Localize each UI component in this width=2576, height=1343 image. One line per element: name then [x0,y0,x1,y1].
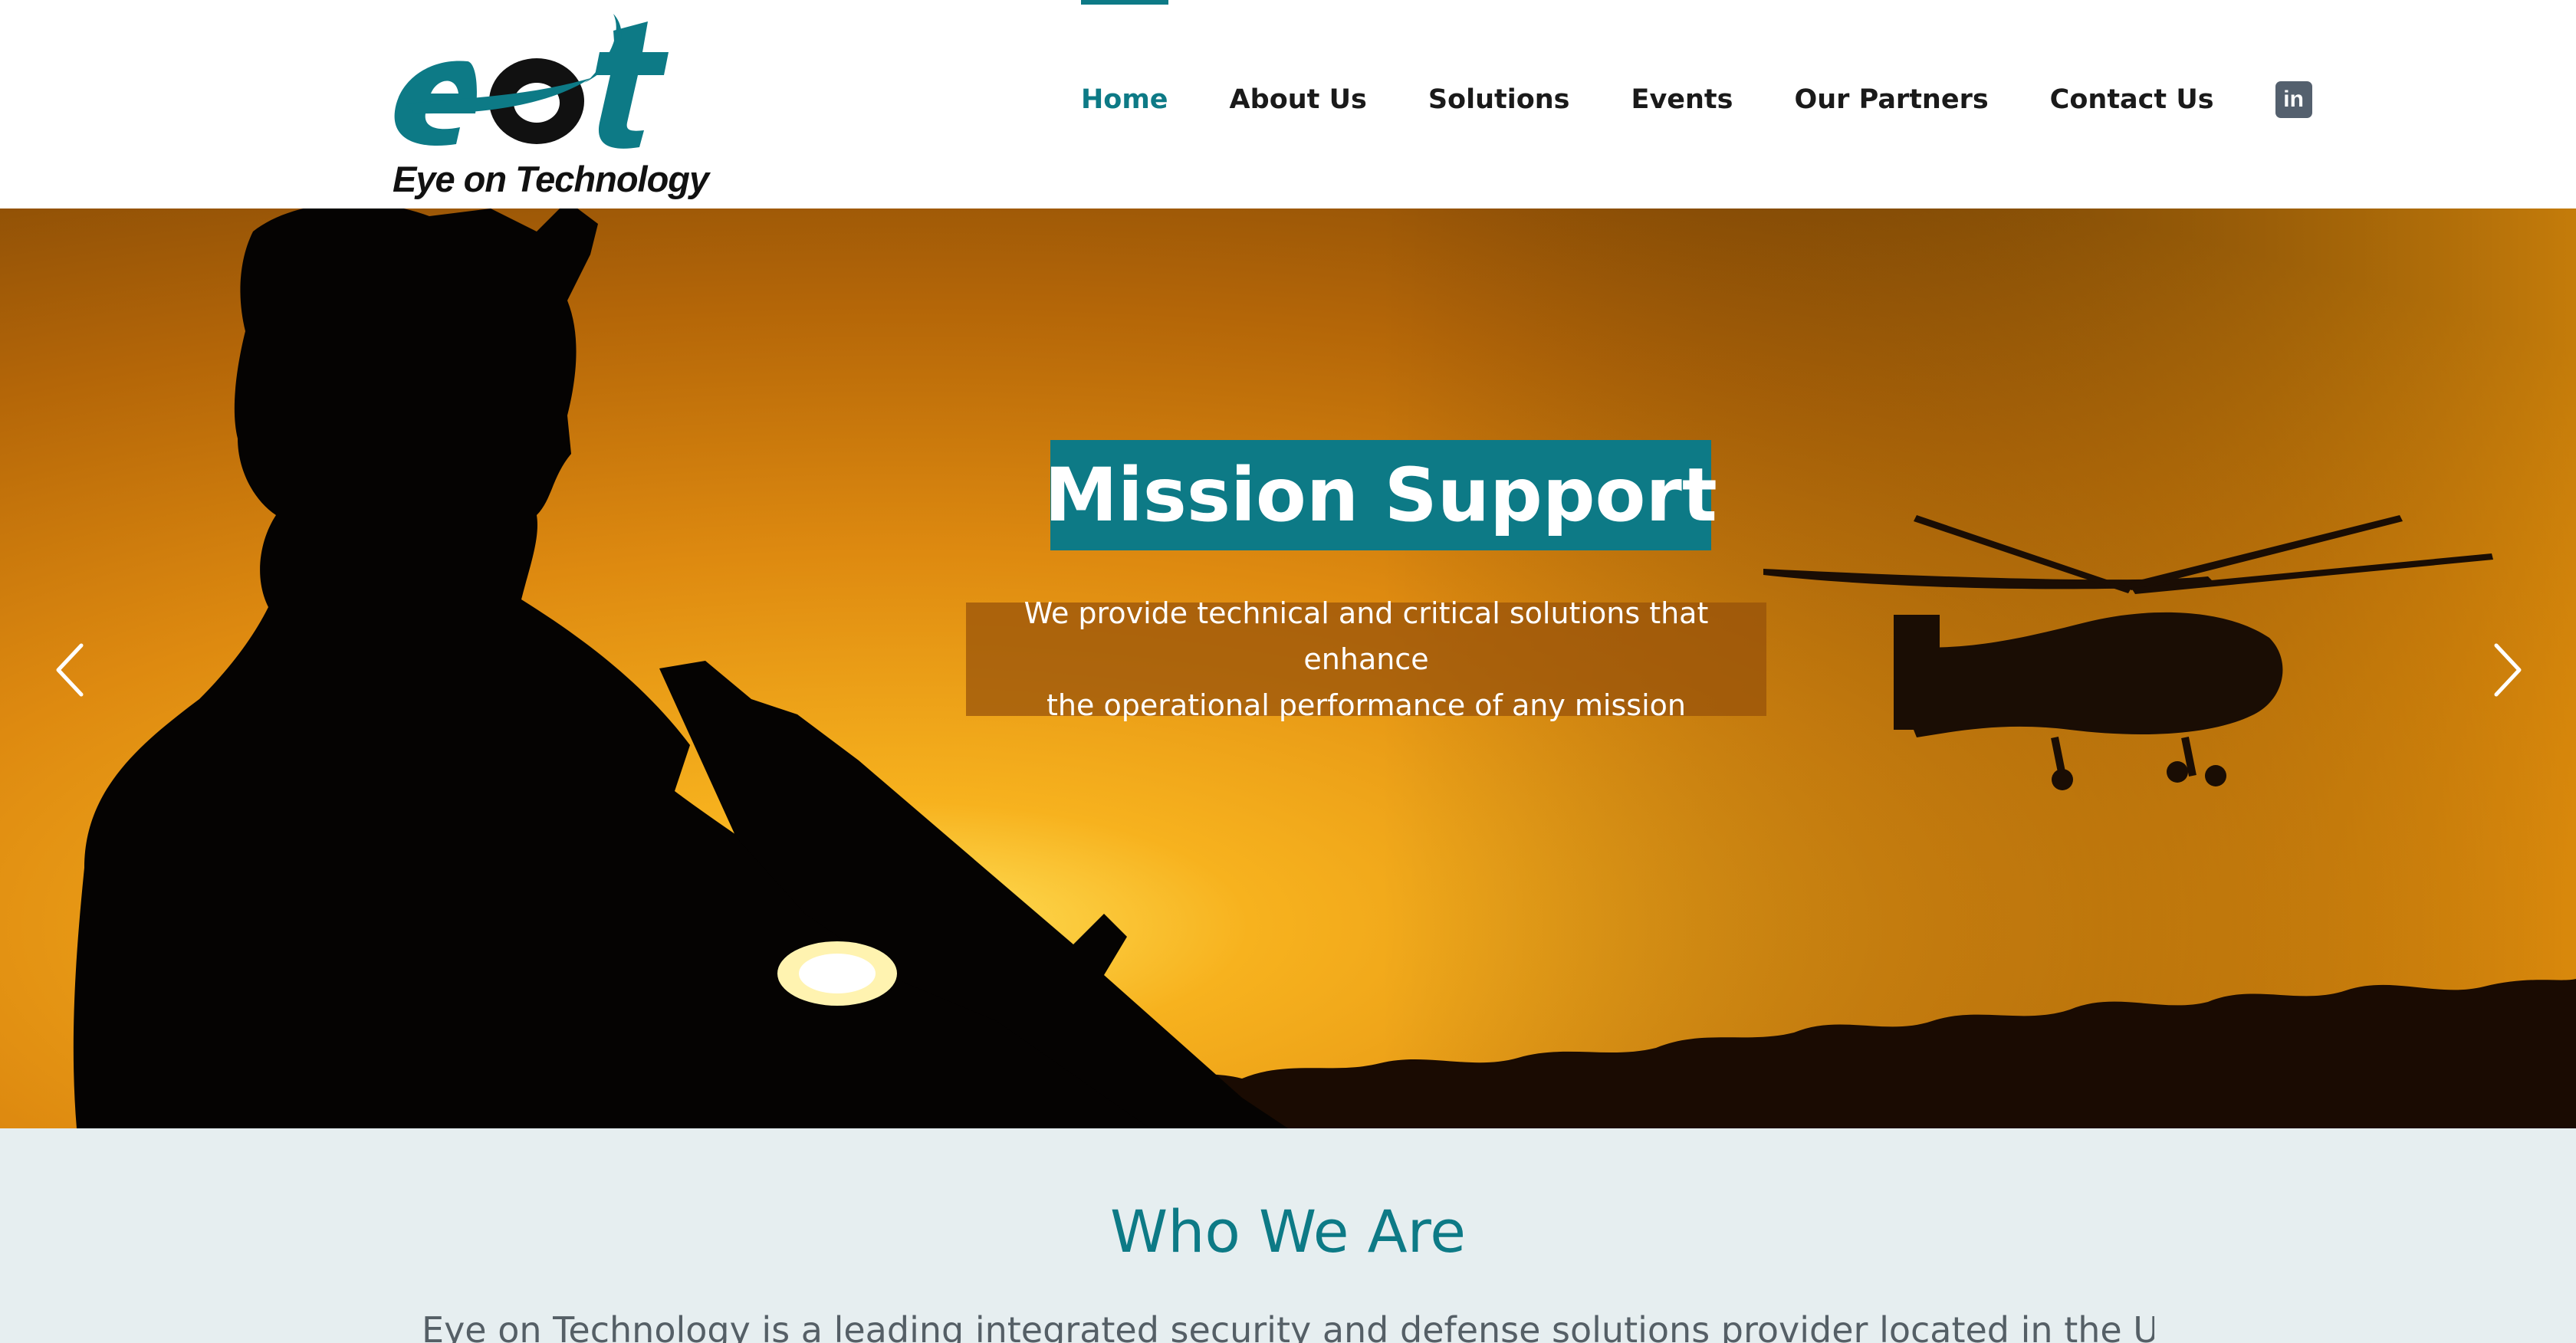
section-body-text: Eye on Technology is a leading integrate… [422,1309,2154,1343]
hero-subtitle-line-2: the operational performance of any missi… [1046,688,1686,722]
hero-title: Mission Support [1044,440,1717,550]
nav-home[interactable]: Home [1081,0,1168,199]
nav-contact-us[interactable]: Contact Us [2050,0,2214,199]
chevron-right-icon [2494,643,2522,697]
chevron-left-icon [56,643,84,697]
nav-our-partners[interactable]: Our Partners [1794,0,1988,199]
hero-subtitle-line-1: We provide technical and critical soluti… [1024,596,1709,676]
nav-about-us[interactable]: About Us [1230,0,1367,199]
eot-logo-mark [394,14,669,149]
slider-next-button[interactable] [2481,632,2535,708]
slider-prev-button[interactable] [43,632,97,708]
hero-subtitle: We provide technical and critical soluti… [966,596,1766,722]
hero-slider: Mission Support We provide technical and… [0,209,2576,1128]
site-header: Eye on Technology Home About Us Solution… [0,0,2576,209]
eot-logo[interactable]: Eye on Technology [383,8,709,199]
logo-tagline: Eye on Technology [393,159,709,199]
nav-solutions[interactable]: Solutions [1428,0,1570,199]
who-we-are-section: Who We Are Eye on Technology is a leadin… [0,1128,2576,1343]
linkedin-icon[interactable]: in [2275,81,2312,118]
section-title: Who We Are [1110,1197,1466,1266]
main-nav: Home About Us Solutions Events Our Partn… [1081,0,2312,199]
nav-events[interactable]: Events [1631,0,1733,199]
